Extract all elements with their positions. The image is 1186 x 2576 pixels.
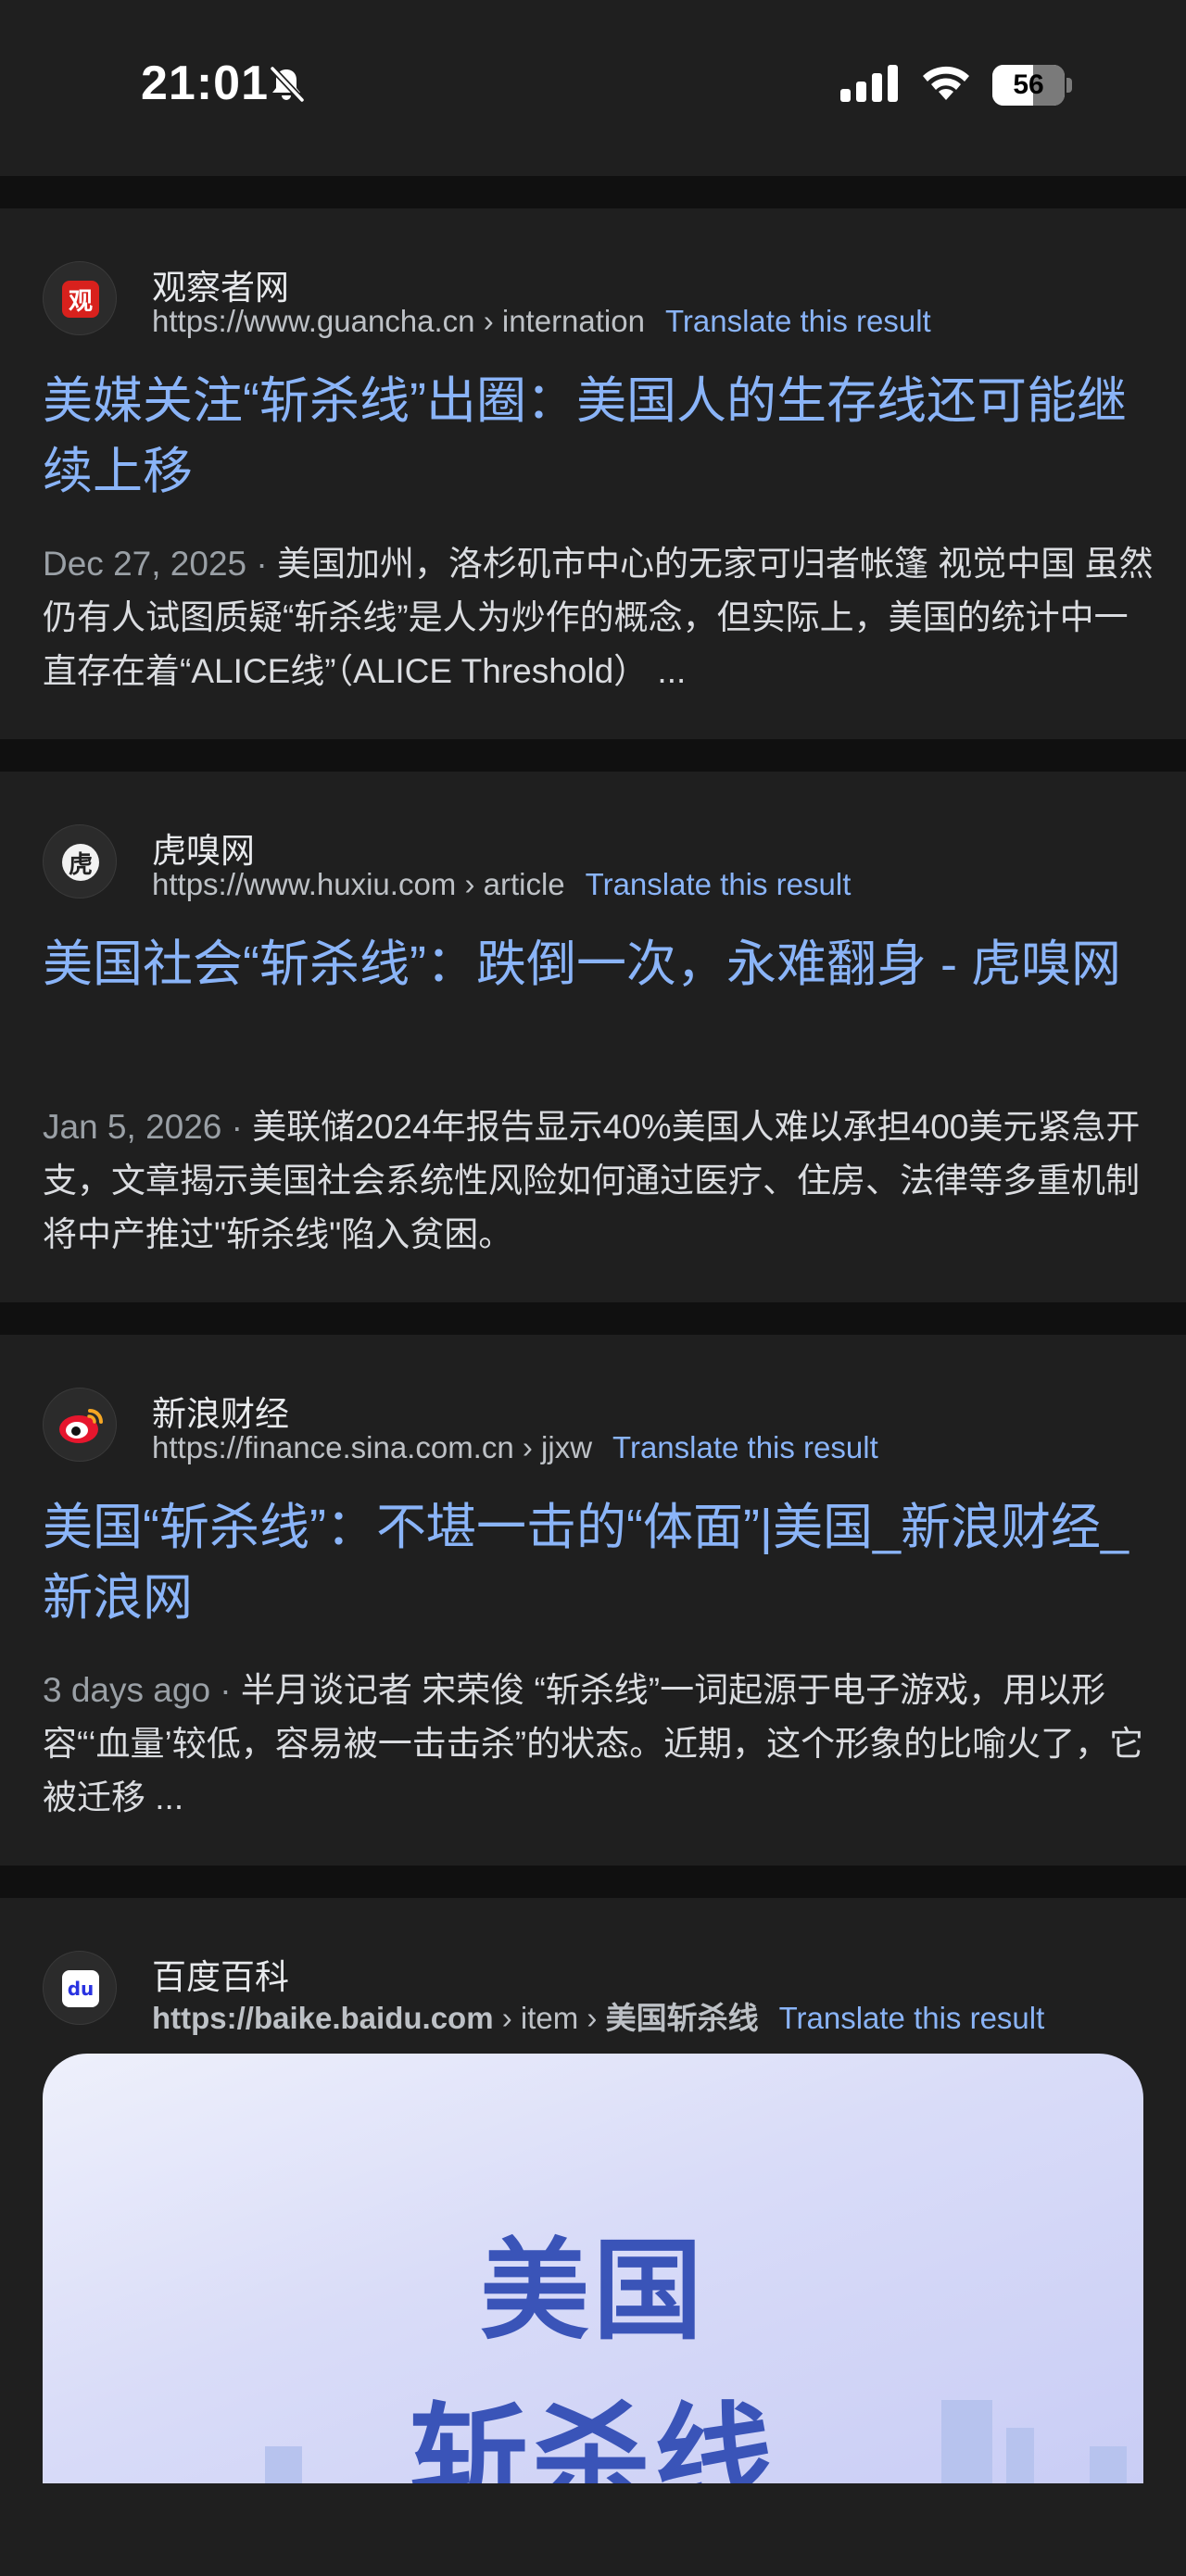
site-url: https://www.guancha.cn › internation Tran… [152, 304, 931, 339]
result-date: 3 days ago · [43, 1671, 232, 1709]
url-domain: https://www.guancha.cn [152, 304, 475, 338]
search-result: 观 观察者网 https://www.guancha.cn › internat… [0, 208, 1186, 739]
site-name: 新浪财经 [152, 1395, 289, 1433]
status-bar: 21:01 56 [0, 0, 1186, 176]
result-source[interactable]: 虎 虎嗅网 https://www.huxiu.com › article Tra… [43, 824, 1164, 908]
translate-link[interactable]: Translate this result [779, 2001, 1045, 2035]
result-date: Jan 5, 2026 · [43, 1108, 243, 1146]
url-domain: https://baike.baidu.com [152, 2001, 494, 2035]
favicon-glyph: 虎 [62, 844, 99, 881]
battery-tip [1066, 78, 1072, 93]
result-title-link[interactable]: 美国“斩杀线”：不堪一击的“体面”|美国_新浪财经_新浪网 [43, 1492, 1154, 1633]
result-source[interactable]: 观 观察者网 https://www.guancha.cn › internat… [43, 261, 1164, 345]
translate-link[interactable]: Translate this result [612, 1430, 878, 1464]
site-name: 虎嗅网 [152, 832, 255, 870]
bottom-bar [0, 2483, 1186, 2576]
url-breadcrumb: › internation [483, 304, 645, 338]
bell-slash-icon [270, 66, 305, 103]
battery-body: 56 [992, 65, 1065, 106]
favicon-glyph: 观 [62, 281, 99, 318]
site-name: 百度百科 [152, 1958, 289, 1996]
site-name: 观察者网 [152, 269, 289, 307]
guancha-favicon-icon: 观 [43, 261, 117, 335]
result-date: Dec 27, 2025 · [43, 545, 268, 583]
url-domain: https://www.huxiu.com [152, 867, 457, 901]
cellular-signal-icon [840, 65, 898, 102]
url-breadcrumb-item: 美国斩杀线 [605, 2001, 759, 2035]
result-source[interactable]: du 百度百科 https://baike.baidu.com › item ›… [43, 1951, 1164, 2035]
translate-link[interactable]: Translate this result [665, 304, 931, 338]
sina-favicon-icon [43, 1388, 117, 1462]
site-url: https://finance.sina.com.cn › jjxw Transl… [152, 1430, 878, 1465]
site-url: https://baike.baidu.com › item › 美国斩杀线 Tr… [152, 1993, 1044, 2038]
result-source[interactable]: 新浪财经 https://finance.sina.com.cn › jjxw T… [43, 1388, 1164, 1471]
result-snippet: Dec 27, 2025 · 美国加州，洛杉矶市中心的无家可归者帐篷 视觉中国 … [43, 537, 1154, 698]
url-breadcrumb: › article [464, 867, 565, 901]
url-breadcrumb: › jjxw [522, 1430, 593, 1464]
url-domain: https://finance.sina.com.cn [152, 1430, 514, 1464]
wifi-icon [923, 66, 969, 100]
huxiu-favicon-icon: 虎 [43, 824, 117, 898]
image-text-line2: 斩杀线 [409, 2392, 776, 2483]
battery-icon: 56 [992, 65, 1072, 106]
battery-level: 56 [1013, 69, 1044, 100]
status-time: 21:01 [141, 57, 269, 110]
favicon-glyph: du [62, 1970, 99, 2007]
site-url: https://www.huxiu.com › article Translate… [152, 867, 851, 902]
result-title-link[interactable]: 美媒关注“斩杀线”出圈：美国人的生存线还可能继续上移 [43, 366, 1154, 507]
sina-weibo-eye-icon [59, 1409, 103, 1443]
search-result: 虎 虎嗅网 https://www.huxiu.com › article Tra… [0, 772, 1186, 1302]
image-text-line1: 美国 [479, 2227, 706, 2355]
translate-link[interactable]: Translate this result [586, 867, 852, 901]
result-snippet: Jan 5, 2026 · 美联储2024年报告显示40%美国人难以承担400美… [43, 1100, 1154, 1262]
search-result: 新浪财经 https://finance.sina.com.cn › jjxw T… [0, 1335, 1186, 1866]
url-breadcrumb: › item › [501, 2001, 598, 2035]
baidu-favicon-icon: du [43, 1951, 117, 2025]
result-thumbnail-image[interactable]: 美国 斩杀线 [43, 2054, 1143, 2483]
result-title-link[interactable]: 美国社会“斩杀线”：跌倒一次，永难翻身 - 虎嗅网 [43, 929, 1154, 999]
result-snippet: 3 days ago · 半月谈记者 宋荣俊 “斩杀线”一词起源于电子游戏，用以… [43, 1664, 1154, 1825]
